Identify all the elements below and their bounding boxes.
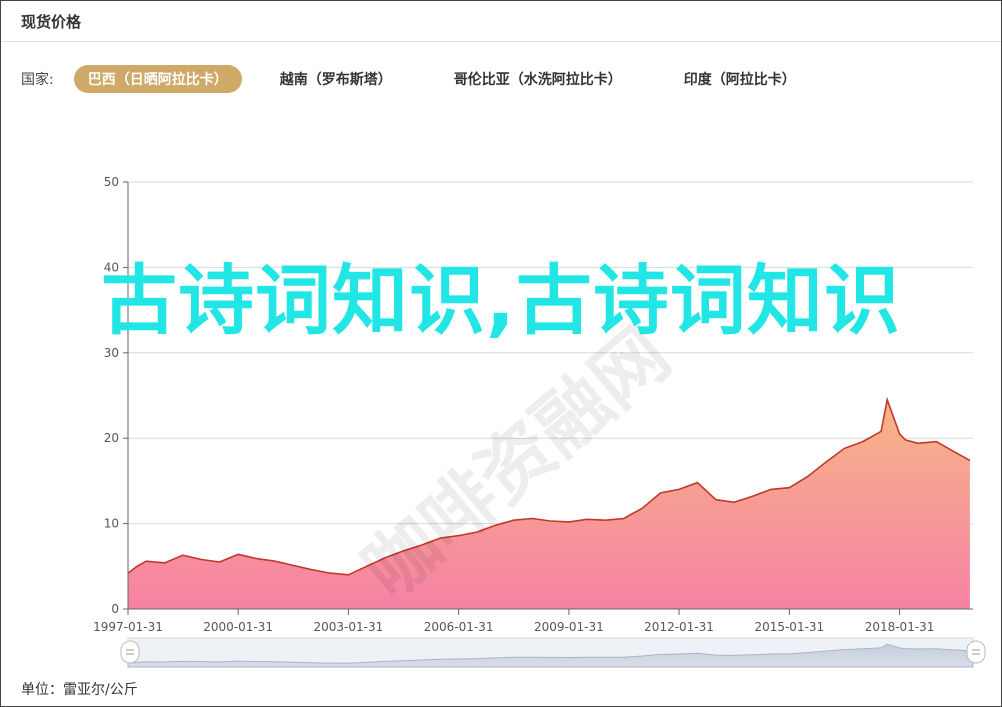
x-tick-label: 2015-01-31	[754, 620, 824, 634]
y-tick-label: 20	[104, 431, 119, 445]
y-tick-label: 10	[104, 517, 119, 531]
y-tick-label: 0	[111, 602, 119, 616]
range-navigator[interactable]	[120, 637, 986, 668]
x-tick-label: 2000-01-31	[203, 620, 273, 634]
unit-label: 单位：雷亚尔/公斤	[21, 682, 138, 698]
navigator-handle-right[interactable]	[966, 640, 986, 664]
x-tick-label: 1997-01-31	[93, 620, 163, 634]
x-tick-label: 2003-01-31	[314, 620, 384, 634]
x-tick-label: 2009-01-31	[534, 620, 604, 634]
overlay-text: 古诗词知识,古诗词知识	[101, 256, 901, 345]
x-tick-label: 2012-01-31	[644, 620, 714, 634]
chart-panel: 现货价格 国家: 巴西（日晒阿拉比卡） 越南（罗布斯塔） 哥伦比亚（水洗阿拉比卡…	[0, 0, 1002, 707]
x-tick-label: 2018-01-31	[865, 620, 935, 634]
x-tick-label: 2006-01-31	[424, 620, 494, 634]
navigator-handle-left[interactable]	[120, 640, 140, 664]
y-tick-label: 50	[104, 175, 119, 189]
